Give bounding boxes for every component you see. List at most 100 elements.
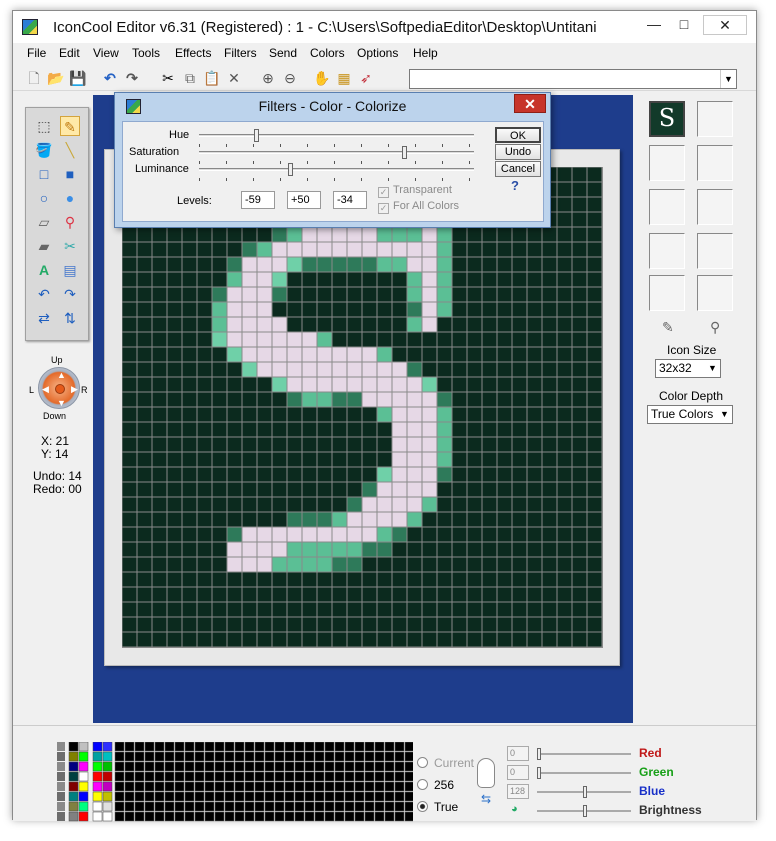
pixel-cell[interactable]	[572, 302, 587, 317]
pixel-cell[interactable]	[137, 632, 152, 647]
custom-color-swatch[interactable]	[134, 751, 145, 762]
pixel-cell[interactable]	[407, 602, 422, 617]
custom-color-swatch[interactable]	[334, 801, 345, 812]
custom-color-swatch[interactable]	[194, 761, 205, 772]
pixel-cell[interactable]	[182, 392, 197, 407]
custom-color-swatch[interactable]	[284, 751, 295, 762]
pixel-cell[interactable]	[407, 617, 422, 632]
pixel-cell[interactable]	[302, 302, 317, 317]
pixel-cell[interactable]	[512, 377, 527, 392]
pixel-cell[interactable]	[272, 617, 287, 632]
custom-color-swatch[interactable]	[174, 761, 185, 772]
pixel-cell[interactable]	[587, 347, 602, 362]
custom-color-swatch[interactable]	[314, 801, 325, 812]
custom-color-swatch[interactable]	[224, 751, 235, 762]
pixel-cell[interactable]	[587, 317, 602, 332]
pixel-cell[interactable]	[392, 317, 407, 332]
maximize-button[interactable]: □	[673, 15, 695, 35]
pixel-cell[interactable]	[497, 497, 512, 512]
pixel-cell[interactable]	[422, 317, 437, 332]
custom-color-swatch[interactable]	[154, 791, 165, 802]
pixel-cell[interactable]	[497, 467, 512, 482]
pixel-cell[interactable]	[347, 542, 362, 557]
pixel-cell[interactable]	[167, 572, 182, 587]
pixel-cell[interactable]	[242, 572, 257, 587]
icon-slot-2[interactable]	[697, 101, 733, 137]
pixel-cell[interactable]	[197, 572, 212, 587]
pixel-cell[interactable]	[557, 452, 572, 467]
pixel-cell[interactable]	[392, 362, 407, 377]
palette-swatch[interactable]	[57, 782, 65, 791]
pixel-cell[interactable]	[407, 542, 422, 557]
custom-color-swatch[interactable]	[204, 801, 215, 812]
pixel-cell[interactable]	[452, 527, 467, 542]
custom-color-swatch[interactable]	[344, 811, 355, 822]
custom-color-swatch[interactable]	[144, 771, 155, 782]
custom-color-swatch[interactable]	[284, 771, 295, 782]
pixel-cell[interactable]	[257, 332, 272, 347]
pixel-cell[interactable]	[392, 332, 407, 347]
pixel-cell[interactable]	[242, 497, 257, 512]
pixel-cell[interactable]	[497, 227, 512, 242]
pixel-cell[interactable]	[362, 377, 377, 392]
pixel-cell[interactable]	[392, 587, 407, 602]
pixel-cell[interactable]	[452, 587, 467, 602]
pixel-cell[interactable]	[467, 377, 482, 392]
pixel-cell[interactable]	[557, 512, 572, 527]
pixel-cell[interactable]	[362, 572, 377, 587]
pixel-cell[interactable]	[332, 302, 347, 317]
pixel-cell[interactable]	[332, 422, 347, 437]
pixel-cell[interactable]	[332, 347, 347, 362]
custom-color-swatch[interactable]	[204, 771, 215, 782]
pixel-cell[interactable]	[482, 347, 497, 362]
pixel-cell[interactable]	[557, 257, 572, 272]
custom-color-swatch[interactable]	[254, 771, 265, 782]
pixel-cell[interactable]	[227, 317, 242, 332]
pixel-cell[interactable]	[392, 632, 407, 647]
pixel-cell[interactable]	[437, 617, 452, 632]
pixel-cell[interactable]	[497, 572, 512, 587]
pixel-cell[interactable]	[542, 242, 557, 257]
custom-color-swatch[interactable]	[274, 801, 285, 812]
pixel-cell[interactable]	[452, 497, 467, 512]
brush-icon[interactable]: ✎	[662, 319, 674, 336]
pixel-cell[interactable]	[287, 332, 302, 347]
pixel-cell[interactable]	[332, 542, 347, 557]
pixel-cell[interactable]	[197, 587, 212, 602]
pixel-cell[interactable]	[332, 557, 347, 572]
pixel-cell[interactable]	[257, 362, 272, 377]
pixel-cell[interactable]	[212, 362, 227, 377]
pixel-cell[interactable]	[167, 272, 182, 287]
pixel-cell[interactable]	[182, 452, 197, 467]
pixel-cell[interactable]	[347, 287, 362, 302]
pixel-cell[interactable]	[182, 332, 197, 347]
custom-color-swatch[interactable]	[344, 751, 355, 762]
picker-icon[interactable]: ➶	[357, 69, 375, 87]
palette-swatch[interactable]	[78, 741, 89, 752]
pixel-cell[interactable]	[167, 437, 182, 452]
pixel-cell[interactable]	[347, 302, 362, 317]
pixel-cell[interactable]	[542, 542, 557, 557]
pixel-cell[interactable]	[392, 452, 407, 467]
pixel-cell[interactable]	[377, 332, 392, 347]
dialog-close-button[interactable]: ✕	[514, 94, 546, 113]
pixel-cell[interactable]	[377, 257, 392, 272]
pixel-cell[interactable]	[227, 347, 242, 362]
pixel-cell[interactable]	[317, 512, 332, 527]
pixel-cell[interactable]	[257, 542, 272, 557]
pixel-cell[interactable]	[242, 557, 257, 572]
pixel-cell[interactable]	[347, 587, 362, 602]
custom-color-swatch[interactable]	[374, 791, 385, 802]
pixel-cell[interactable]	[482, 527, 497, 542]
pixel-cell[interactable]	[392, 227, 407, 242]
custom-color-swatch[interactable]	[124, 751, 135, 762]
pixel-cell[interactable]	[407, 572, 422, 587]
pixel-cell[interactable]	[587, 167, 602, 182]
pixel-cell[interactable]	[257, 272, 272, 287]
pixel-cell[interactable]	[377, 497, 392, 512]
custom-color-swatch[interactable]	[324, 801, 335, 812]
pixel-cell[interactable]	[257, 347, 272, 362]
pixel-cell[interactable]	[317, 317, 332, 332]
pixel-cell[interactable]	[422, 287, 437, 302]
custom-color-swatch[interactable]	[334, 811, 345, 822]
